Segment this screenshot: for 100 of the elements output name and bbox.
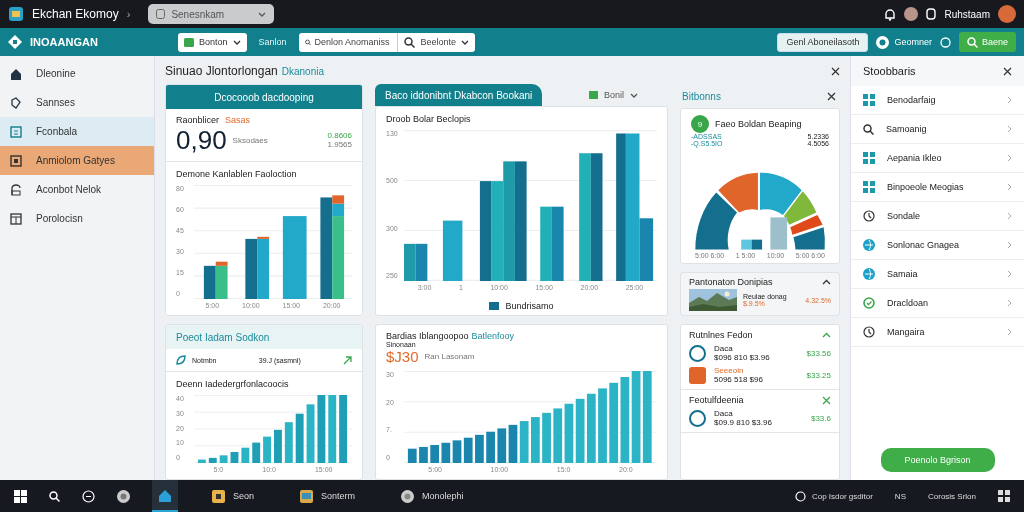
card-tab[interactable]: Baco iddonibnt Dkabcon Bookani	[375, 84, 543, 106]
filter-dropdown[interactable]: Beelonte	[396, 32, 475, 52]
chevron-up-icon[interactable]	[822, 279, 831, 285]
bar	[339, 395, 348, 463]
browser-tab[interactable]: Senesnkam	[148, 4, 275, 24]
language-indicator[interactable]: NS	[894, 491, 906, 501]
nav-link[interactable]: Sanlon	[258, 37, 287, 47]
metric-unit: Ran Lasonam	[424, 352, 475, 361]
bar	[508, 424, 518, 463]
sidebar-item[interactable]: Porolocisn	[0, 204, 154, 233]
chevron-right-icon	[1007, 270, 1012, 278]
browser-icon[interactable]	[117, 489, 130, 503]
chevron-down-icon	[232, 39, 241, 45]
taskbar-app[interactable]: Monolephi	[389, 480, 476, 512]
bar	[497, 428, 507, 463]
metric-unit: Sksodaes	[232, 135, 268, 145]
menu-item[interactable]: Sonlonac Gnagea	[851, 231, 1024, 260]
transaction-detail: $096 810 $3.96	[714, 353, 771, 362]
nav-icon	[10, 96, 22, 109]
bar	[252, 442, 261, 463]
card-header: Dcocooob dacdooping	[166, 85, 362, 109]
page-icon	[156, 9, 166, 19]
delta-value: 0.8606	[327, 131, 352, 140]
transaction-name: Daca	[714, 409, 734, 418]
gauge-segment	[695, 192, 738, 250]
card-title-accent: Batlenfooy	[471, 331, 515, 341]
legend-label: Bundrisamo	[505, 301, 554, 311]
outline-button[interactable]: Genl Aboneilasoth	[777, 32, 869, 52]
bar	[542, 412, 551, 463]
card-header: Poeot Iadam Sodkon	[166, 325, 362, 349]
app-icon	[401, 489, 415, 503]
chevron-right-icon	[1007, 183, 1012, 191]
gauge-segment	[793, 227, 825, 250]
card-heading: Faeo Boldan Beaping	[715, 119, 802, 129]
bar	[230, 451, 239, 463]
menu-item[interactable]: Binpoeole Meogias	[851, 173, 1024, 202]
brand-name: INOAANGAN	[30, 36, 99, 48]
legend-swatch	[489, 302, 500, 310]
bar	[407, 448, 417, 463]
bar	[553, 408, 563, 463]
sidebar-item[interactable]: Aconbot Nelok	[0, 175, 154, 204]
period-select[interactable]: Bonil	[589, 90, 668, 100]
search-icon	[863, 123, 874, 135]
bar	[208, 457, 217, 463]
bar	[328, 395, 337, 463]
chevron-right-icon	[1007, 328, 1012, 336]
home-icon	[158, 488, 172, 502]
bar	[419, 446, 428, 463]
bar	[274, 429, 282, 463]
menu-item[interactable]: Samoanig	[851, 115, 1024, 144]
grid-icon	[863, 152, 875, 164]
home-button[interactable]	[152, 480, 178, 512]
avatar[interactable]	[904, 7, 919, 21]
menu-item[interactable]: Sondale	[851, 202, 1024, 231]
nav-icon	[10, 125, 22, 138]
bar	[741, 239, 752, 250]
chevron-right-icon	[1007, 154, 1012, 162]
user-name: Ruhstaam	[944, 8, 990, 20]
card-title: Bardias Iblangoopoo	[386, 331, 469, 341]
transaction-amount: $33.56	[806, 348, 831, 358]
bar	[430, 444, 440, 463]
count-badge: 9	[691, 115, 709, 133]
menu-item[interactable]: Mangaira	[851, 318, 1024, 347]
close-icon[interactable]	[831, 66, 840, 76]
search-field[interactable]: Denlon Anomaniss	[314, 37, 391, 47]
nav-icon	[10, 67, 22, 80]
search-icon[interactable]	[49, 490, 60, 502]
chevron-right-icon	[1007, 96, 1012, 104]
avatar[interactable]	[998, 5, 1016, 23]
gauge-segment	[718, 172, 758, 213]
grid-icon	[863, 181, 875, 193]
sidebar-item[interactable]: Anmiolom Gatyes	[0, 146, 154, 175]
chevron-down-icon	[630, 92, 638, 98]
menu-item[interactable]: Benodarfaig	[851, 86, 1024, 115]
profile-label[interactable]: Geomner	[894, 37, 932, 47]
close-icon[interactable]	[1003, 66, 1012, 76]
dropdown[interactable]: Bonton	[178, 32, 247, 52]
circle-icon[interactable]	[939, 36, 951, 48]
bell-icon[interactable]	[884, 7, 897, 21]
chart-title: Demone Kanlablen Faoloction	[176, 169, 297, 179]
sidebar-item[interactable]: Fconbala	[0, 117, 154, 146]
menu-item[interactable]: Dracldoan	[851, 289, 1024, 318]
sidebar-item[interactable]: Sannses	[0, 88, 154, 117]
sidebar-item[interactable]: Dleonine	[0, 59, 154, 88]
taskbar-app[interactable]: Sonterm	[288, 480, 368, 512]
bar	[284, 422, 293, 463]
transaction-amount: $33.6	[810, 413, 831, 423]
nav-icon	[10, 154, 22, 167]
search-icon	[403, 36, 415, 48]
profile-icon[interactable]	[876, 35, 890, 49]
close-icon[interactable]	[827, 91, 836, 101]
bar	[564, 403, 574, 463]
nav-icon	[10, 183, 22, 196]
menu-item[interactable]: Aepania Ikleo	[851, 144, 1024, 173]
page-subtitle: Dkanonia	[281, 65, 325, 77]
taskbar-app[interactable]: Seon	[200, 480, 267, 512]
windows-icon[interactable]	[14, 489, 27, 503]
chevron-right-icon	[1007, 241, 1012, 249]
app-icon	[300, 489, 314, 503]
menu-item[interactable]: Samaia	[851, 260, 1024, 289]
